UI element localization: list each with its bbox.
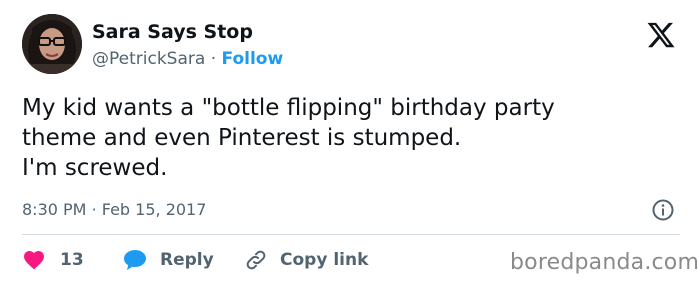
like-button[interactable]: 13 (22, 246, 84, 274)
info-icon[interactable] (651, 198, 675, 222)
follow-button[interactable]: Follow (222, 49, 284, 69)
link-icon (246, 250, 266, 270)
like-count: 13 (60, 250, 84, 270)
tweet-line: My kid wants a "bottle flipping" birthda… (22, 95, 555, 121)
speech-bubble-icon (124, 250, 146, 270)
tweet-line: I'm screwed. (22, 155, 168, 181)
copy-link-label: Copy link (280, 250, 369, 270)
x-logo-icon[interactable] (645, 20, 677, 50)
author-handle[interactable]: @PetrickSara (92, 49, 205, 69)
tweet-text: My kid wants a "bottle flipping" birthda… (22, 93, 682, 183)
avatar[interactable] (22, 14, 82, 74)
author-handle-row: @PetrickSara · Follow (92, 47, 283, 71)
copy-link-button[interactable]: Copy link (244, 246, 368, 274)
watermark: boredpanda.com (510, 250, 700, 275)
tweet-line: theme and even Pinterest is stumped. (22, 125, 462, 151)
profile-photo (22, 14, 82, 74)
timestamp[interactable]: 8:30 PM · Feb 15, 2017 (22, 198, 206, 222)
reply-label: Reply (160, 250, 214, 270)
reply-button[interactable]: Reply (122, 246, 214, 274)
time-separator: · (91, 200, 97, 219)
heart-icon (24, 251, 44, 270)
tweet-time: 8:30 PM (22, 200, 87, 219)
tweet-date: Feb 15, 2017 (101, 200, 207, 219)
divider (22, 234, 680, 235)
author-name[interactable]: Sara Says Stop (92, 20, 253, 44)
handle-separator: · (210, 49, 217, 69)
